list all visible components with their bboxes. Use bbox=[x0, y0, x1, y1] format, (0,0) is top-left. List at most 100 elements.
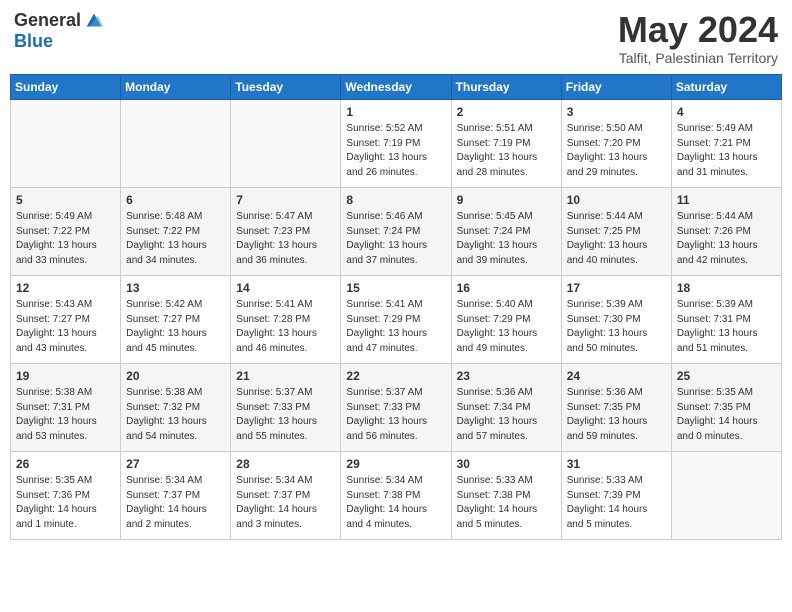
day-number: 12 bbox=[16, 280, 115, 297]
day-number: 30 bbox=[457, 456, 556, 473]
calendar-week-5: 26Sunrise: 5:35 AM Sunset: 7:36 PM Dayli… bbox=[11, 451, 782, 539]
calendar-cell: 23Sunrise: 5:36 AM Sunset: 7:34 PM Dayli… bbox=[451, 363, 561, 451]
calendar-cell: 30Sunrise: 5:33 AM Sunset: 7:38 PM Dayli… bbox=[451, 451, 561, 539]
calendar-cell: 14Sunrise: 5:41 AM Sunset: 7:28 PM Dayli… bbox=[231, 275, 341, 363]
day-number: 11 bbox=[677, 192, 776, 209]
day-number: 8 bbox=[346, 192, 445, 209]
day-info: Sunrise: 5:42 AM Sunset: 7:27 PM Dayligh… bbox=[126, 298, 225, 356]
day-number: 25 bbox=[677, 368, 776, 385]
day-info: Sunrise: 5:48 AM Sunset: 7:22 PM Dayligh… bbox=[126, 210, 225, 268]
calendar-week-3: 12Sunrise: 5:43 AM Sunset: 7:27 PM Dayli… bbox=[11, 275, 782, 363]
day-number: 31 bbox=[567, 456, 666, 473]
day-number: 6 bbox=[126, 192, 225, 209]
day-number: 1 bbox=[346, 104, 445, 121]
day-info: Sunrise: 5:52 AM Sunset: 7:19 PM Dayligh… bbox=[346, 122, 445, 180]
calendar-cell: 27Sunrise: 5:34 AM Sunset: 7:37 PM Dayli… bbox=[121, 451, 231, 539]
calendar-cell: 20Sunrise: 5:38 AM Sunset: 7:32 PM Dayli… bbox=[121, 363, 231, 451]
calendar-week-1: 1Sunrise: 5:52 AM Sunset: 7:19 PM Daylig… bbox=[11, 99, 782, 187]
day-number: 24 bbox=[567, 368, 666, 385]
calendar-cell: 17Sunrise: 5:39 AM Sunset: 7:30 PM Dayli… bbox=[561, 275, 671, 363]
day-number: 4 bbox=[677, 104, 776, 121]
calendar-cell: 18Sunrise: 5:39 AM Sunset: 7:31 PM Dayli… bbox=[671, 275, 781, 363]
calendar-table: SundayMondayTuesdayWednesdayThursdayFrid… bbox=[10, 74, 782, 540]
calendar-cell: 4Sunrise: 5:49 AM Sunset: 7:21 PM Daylig… bbox=[671, 99, 781, 187]
logo-blue: Blue bbox=[14, 32, 105, 52]
calendar-cell bbox=[231, 99, 341, 187]
day-info: Sunrise: 5:41 AM Sunset: 7:28 PM Dayligh… bbox=[236, 298, 335, 356]
calendar-cell: 5Sunrise: 5:49 AM Sunset: 7:22 PM Daylig… bbox=[11, 187, 121, 275]
calendar-cell: 3Sunrise: 5:50 AM Sunset: 7:20 PM Daylig… bbox=[561, 99, 671, 187]
day-info: Sunrise: 5:44 AM Sunset: 7:25 PM Dayligh… bbox=[567, 210, 666, 268]
day-info: Sunrise: 5:37 AM Sunset: 7:33 PM Dayligh… bbox=[346, 386, 445, 444]
day-number: 10 bbox=[567, 192, 666, 209]
day-number: 7 bbox=[236, 192, 335, 209]
column-header-monday: Monday bbox=[121, 74, 231, 99]
column-header-wednesday: Wednesday bbox=[341, 74, 451, 99]
day-info: Sunrise: 5:43 AM Sunset: 7:27 PM Dayligh… bbox=[16, 298, 115, 356]
calendar-cell: 9Sunrise: 5:45 AM Sunset: 7:24 PM Daylig… bbox=[451, 187, 561, 275]
day-number: 3 bbox=[567, 104, 666, 121]
day-info: Sunrise: 5:33 AM Sunset: 7:39 PM Dayligh… bbox=[567, 474, 666, 532]
day-number: 20 bbox=[126, 368, 225, 385]
calendar-cell: 15Sunrise: 5:41 AM Sunset: 7:29 PM Dayli… bbox=[341, 275, 451, 363]
page-header: General Blue May 2024 Talfit, Palestinia… bbox=[10, 10, 782, 66]
day-number: 26 bbox=[16, 456, 115, 473]
day-number: 17 bbox=[567, 280, 666, 297]
calendar-cell: 2Sunrise: 5:51 AM Sunset: 7:19 PM Daylig… bbox=[451, 99, 561, 187]
calendar-week-4: 19Sunrise: 5:38 AM Sunset: 7:31 PM Dayli… bbox=[11, 363, 782, 451]
month-title: May 2024 bbox=[618, 10, 778, 50]
calendar-cell: 12Sunrise: 5:43 AM Sunset: 7:27 PM Dayli… bbox=[11, 275, 121, 363]
day-info: Sunrise: 5:45 AM Sunset: 7:24 PM Dayligh… bbox=[457, 210, 556, 268]
day-number: 13 bbox=[126, 280, 225, 297]
calendar-cell: 28Sunrise: 5:34 AM Sunset: 7:37 PM Dayli… bbox=[231, 451, 341, 539]
day-info: Sunrise: 5:40 AM Sunset: 7:29 PM Dayligh… bbox=[457, 298, 556, 356]
logo-general: General bbox=[14, 11, 81, 31]
day-info: Sunrise: 5:37 AM Sunset: 7:33 PM Dayligh… bbox=[236, 386, 335, 444]
column-header-thursday: Thursday bbox=[451, 74, 561, 99]
calendar-cell: 25Sunrise: 5:35 AM Sunset: 7:35 PM Dayli… bbox=[671, 363, 781, 451]
calendar-cell: 31Sunrise: 5:33 AM Sunset: 7:39 PM Dayli… bbox=[561, 451, 671, 539]
calendar-week-2: 5Sunrise: 5:49 AM Sunset: 7:22 PM Daylig… bbox=[11, 187, 782, 275]
calendar-cell bbox=[671, 451, 781, 539]
calendar-cell: 26Sunrise: 5:35 AM Sunset: 7:36 PM Dayli… bbox=[11, 451, 121, 539]
calendar-cell: 1Sunrise: 5:52 AM Sunset: 7:19 PM Daylig… bbox=[341, 99, 451, 187]
day-number: 23 bbox=[457, 368, 556, 385]
day-number: 16 bbox=[457, 280, 556, 297]
day-number: 28 bbox=[236, 456, 335, 473]
column-header-sunday: Sunday bbox=[11, 74, 121, 99]
day-info: Sunrise: 5:36 AM Sunset: 7:35 PM Dayligh… bbox=[567, 386, 666, 444]
day-info: Sunrise: 5:44 AM Sunset: 7:26 PM Dayligh… bbox=[677, 210, 776, 268]
calendar-cell bbox=[11, 99, 121, 187]
day-info: Sunrise: 5:50 AM Sunset: 7:20 PM Dayligh… bbox=[567, 122, 666, 180]
day-info: Sunrise: 5:49 AM Sunset: 7:21 PM Dayligh… bbox=[677, 122, 776, 180]
calendar-cell: 19Sunrise: 5:38 AM Sunset: 7:31 PM Dayli… bbox=[11, 363, 121, 451]
calendar-cell: 22Sunrise: 5:37 AM Sunset: 7:33 PM Dayli… bbox=[341, 363, 451, 451]
day-info: Sunrise: 5:47 AM Sunset: 7:23 PM Dayligh… bbox=[236, 210, 335, 268]
day-number: 21 bbox=[236, 368, 335, 385]
calendar-cell: 6Sunrise: 5:48 AM Sunset: 7:22 PM Daylig… bbox=[121, 187, 231, 275]
day-number: 2 bbox=[457, 104, 556, 121]
day-info: Sunrise: 5:38 AM Sunset: 7:32 PM Dayligh… bbox=[126, 386, 225, 444]
day-number: 18 bbox=[677, 280, 776, 297]
calendar-cell: 16Sunrise: 5:40 AM Sunset: 7:29 PM Dayli… bbox=[451, 275, 561, 363]
calendar-cell: 13Sunrise: 5:42 AM Sunset: 7:27 PM Dayli… bbox=[121, 275, 231, 363]
day-info: Sunrise: 5:46 AM Sunset: 7:24 PM Dayligh… bbox=[346, 210, 445, 268]
day-number: 27 bbox=[126, 456, 225, 473]
day-info: Sunrise: 5:51 AM Sunset: 7:19 PM Dayligh… bbox=[457, 122, 556, 180]
column-header-tuesday: Tuesday bbox=[231, 74, 341, 99]
column-header-saturday: Saturday bbox=[671, 74, 781, 99]
calendar-cell: 11Sunrise: 5:44 AM Sunset: 7:26 PM Dayli… bbox=[671, 187, 781, 275]
day-info: Sunrise: 5:34 AM Sunset: 7:38 PM Dayligh… bbox=[346, 474, 445, 532]
calendar-cell: 21Sunrise: 5:37 AM Sunset: 7:33 PM Dayli… bbox=[231, 363, 341, 451]
day-number: 5 bbox=[16, 192, 115, 209]
day-number: 22 bbox=[346, 368, 445, 385]
calendar-cell bbox=[121, 99, 231, 187]
day-info: Sunrise: 5:35 AM Sunset: 7:35 PM Dayligh… bbox=[677, 386, 776, 444]
title-area: May 2024 Talfit, Palestinian Territory bbox=[618, 10, 778, 66]
calendar-header-row: SundayMondayTuesdayWednesdayThursdayFrid… bbox=[11, 74, 782, 99]
day-number: 9 bbox=[457, 192, 556, 209]
day-info: Sunrise: 5:38 AM Sunset: 7:31 PM Dayligh… bbox=[16, 386, 115, 444]
day-info: Sunrise: 5:34 AM Sunset: 7:37 PM Dayligh… bbox=[126, 474, 225, 532]
day-info: Sunrise: 5:39 AM Sunset: 7:30 PM Dayligh… bbox=[567, 298, 666, 356]
day-info: Sunrise: 5:36 AM Sunset: 7:34 PM Dayligh… bbox=[457, 386, 556, 444]
